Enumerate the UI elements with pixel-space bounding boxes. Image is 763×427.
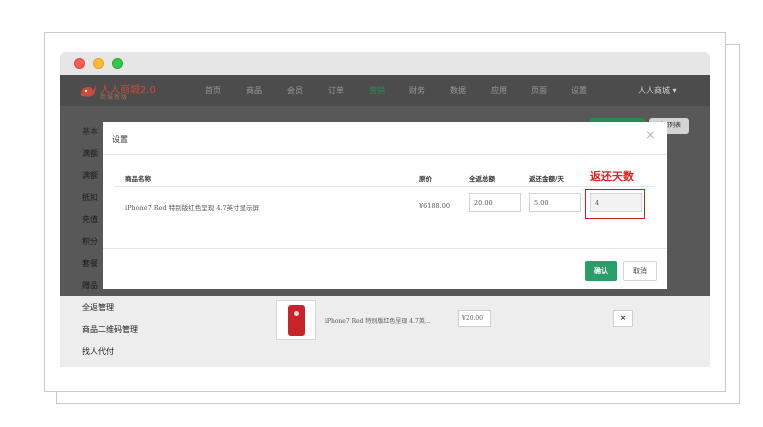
dialog-title: 设置	[112, 135, 128, 144]
column-header-original-price: 原价	[419, 175, 432, 183]
nav-item-apps[interactable]: 应用	[491, 85, 507, 96]
column-header-return-days: 返还天数	[590, 170, 634, 183]
sidebar-item-package[interactable]: 套餐	[82, 258, 98, 269]
total-return-input[interactable]: 20.00	[469, 193, 521, 212]
sidebar-item-pay-for-me[interactable]: 找人代付	[82, 346, 114, 357]
phone-image-icon	[288, 305, 305, 336]
remove-product-button[interactable]: ×	[613, 310, 633, 327]
brand-logo[interactable]: 人人商城2.0 商城新版	[78, 80, 166, 102]
sidebar-item-basic[interactable]: 基本	[82, 126, 98, 137]
nav-item-data[interactable]: 数据	[450, 85, 466, 96]
sidebar-item-gift[interactable]: 赠品	[82, 280, 98, 291]
column-header-return-per-day: 返还金额/天	[529, 175, 564, 183]
sidebar-item-points[interactable]: 积分	[82, 236, 98, 247]
nav-item-home[interactable]: 首页	[205, 85, 221, 96]
settings-dialog: 设置 × 商品名称 原价 全返总额 返还金额/天 返还天数 iPhone7 Re…	[103, 122, 667, 289]
return-per-day-input[interactable]: 5.00	[529, 193, 581, 212]
row-original-price: ¥6188.00	[419, 202, 451, 210]
table-header-divider	[115, 186, 655, 187]
nav-item-pages[interactable]: 页面	[531, 85, 547, 96]
content-area	[60, 296, 710, 367]
sidebar-item-full-2[interactable]: 满额	[82, 170, 98, 181]
sidebar-item-deduct[interactable]: 抵扣	[82, 192, 98, 203]
minimize-window-button[interactable]	[93, 58, 104, 69]
nav-item-orders[interactable]: 订单	[328, 85, 344, 96]
nav-item-members[interactable]: 会员	[287, 85, 303, 96]
product-thumbnail	[276, 300, 316, 340]
sidebar-item-qrcode[interactable]: 商品二维码管理	[82, 324, 138, 335]
squirrel-logo-icon	[80, 84, 96, 97]
shop-switcher-dropdown[interactable]: 人人商城 ▾	[638, 85, 677, 96]
dialog-header-divider	[103, 154, 667, 155]
screenshot-stage: 人人商城2.0 商城新版 首页 商品 会员 订单 营销 财务 数据 应用 页面 …	[0, 0, 763, 427]
close-window-button[interactable]	[74, 58, 85, 69]
sidebar-item-full-1[interactable]: 满额	[82, 148, 98, 159]
column-header-name: 商品名称	[125, 175, 151, 183]
row-product-name: iPhone7 Red 特别版红色呈现 4.7英寸显示屏	[125, 204, 260, 212]
dialog-footer-divider	[103, 248, 667, 249]
window-titlebar	[60, 52, 710, 75]
nav-item-goods[interactable]: 商品	[246, 85, 262, 96]
nav-item-finance[interactable]: 财务	[409, 85, 425, 96]
nav-item-marketing[interactable]: 营销	[369, 85, 385, 96]
dialog-close-icon[interactable]: ×	[645, 129, 656, 142]
sidebar-item-recharge[interactable]: 充值	[82, 214, 98, 225]
column-header-total-return: 全返总额	[469, 175, 495, 183]
nav-item-settings[interactable]: 设置	[571, 85, 587, 96]
top-navbar: 人人商城2.0 商城新版 首页 商品 会员 订单 营销 财务 数据 应用 页面 …	[60, 75, 710, 106]
product-price-input[interactable]: ¥20.00	[458, 310, 491, 327]
highlight-box	[585, 189, 645, 219]
browser-window: 人人商城2.0 商城新版 首页 商品 会员 订单 营销 财务 数据 应用 页面 …	[60, 52, 710, 367]
brand-tagline: 商城新版	[100, 94, 129, 101]
confirm-button[interactable]: 确认	[585, 261, 617, 281]
cancel-button[interactable]: 取消	[623, 261, 657, 281]
maximize-window-button[interactable]	[112, 58, 123, 69]
sidebar-item-full-return[interactable]: 全返管理	[82, 302, 114, 313]
product-name: iPhone7 Red 特别版红色呈现 4.7英…	[325, 318, 431, 325]
